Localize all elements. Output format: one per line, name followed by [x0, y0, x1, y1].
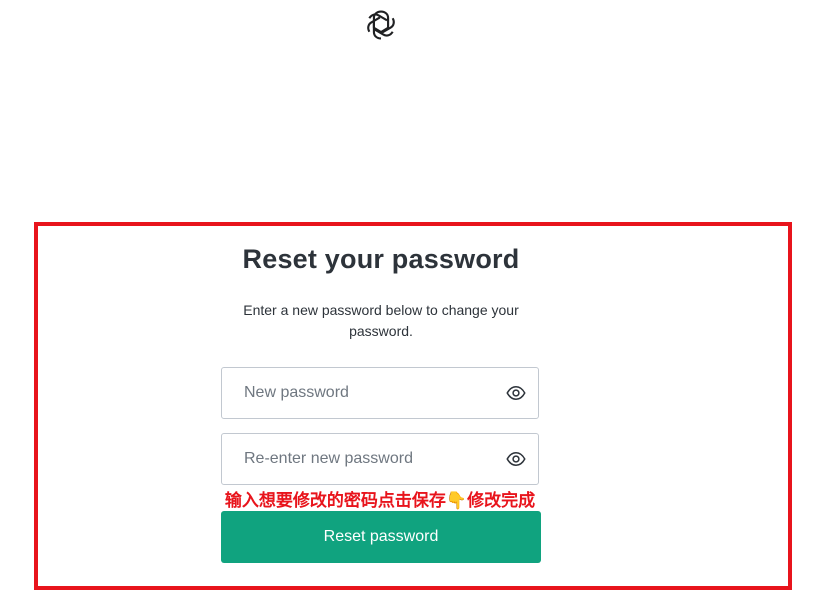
new-password-input[interactable]	[222, 368, 514, 418]
reset-password-page: Reset your password Enter a new password…	[0, 0, 821, 602]
eye-icon[interactable]	[506, 450, 526, 468]
reset-password-button[interactable]: Reset password	[221, 511, 541, 563]
eye-icon[interactable]	[506, 384, 526, 402]
openai-logo-icon	[364, 8, 398, 42]
confirm-password-input[interactable]	[222, 434, 514, 484]
page-subtitle: Enter a new password below to change you…	[243, 302, 519, 339]
confirm-password-field	[221, 433, 539, 485]
annotation-text: 输入想要修改的密码点击保存👇修改完成	[224, 491, 536, 510]
page-title: Reset your password	[242, 244, 520, 274]
new-password-field	[221, 367, 539, 419]
